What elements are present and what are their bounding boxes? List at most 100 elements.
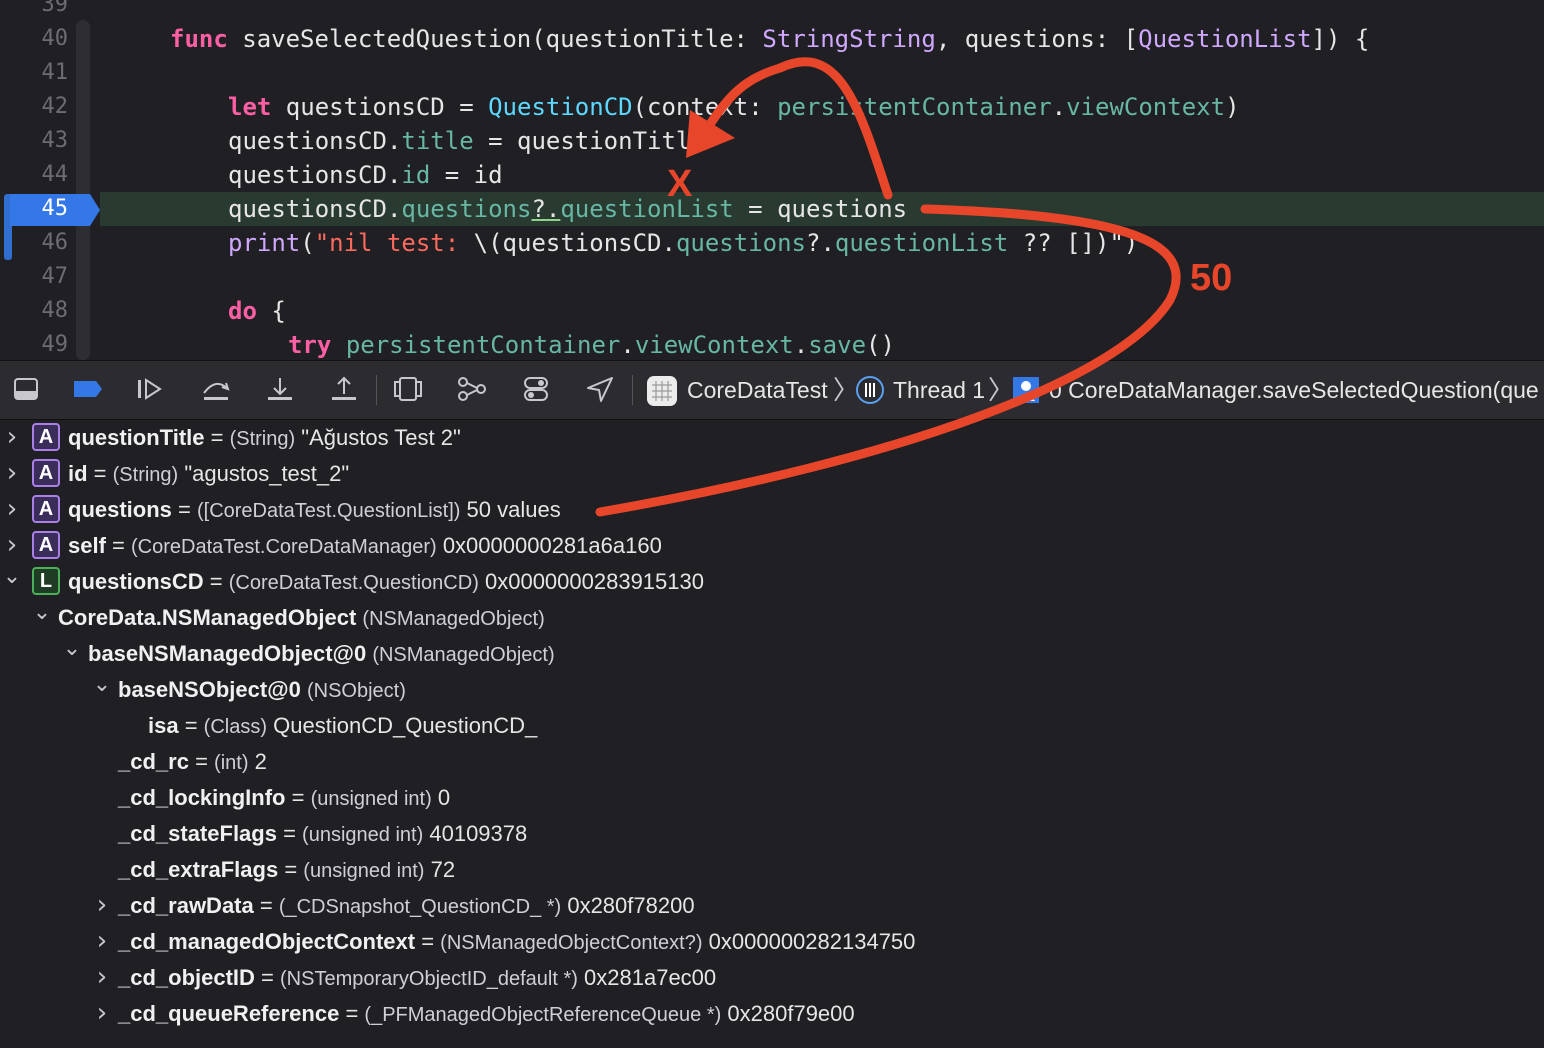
variable-type: ([CoreDataTest.QuestionList]) <box>196 500 461 522</box>
variable-type: (unsigned int) <box>310 788 432 810</box>
variable-value: 0x000000282134750 <box>708 929 916 954</box>
variable-name: questionsCD <box>68 569 204 594</box>
variable-type: (NSTemporaryObjectID_default *) <box>280 968 578 990</box>
variable-value: 0x281a7ec00 <box>584 965 717 990</box>
variable-value: 0x0000000283915130 <box>484 569 704 594</box>
variable-type: (NSManagedObject) <box>362 608 545 630</box>
variable-row[interactable]: _cd_extraFlags = (unsigned int) 72 <box>118 852 455 888</box>
code-line-40: func saveSelectedQuestion(questionTitle:… <box>170 25 1370 53</box>
step-out-icon[interactable] <box>328 375 360 405</box>
variable-value: 72 <box>430 857 456 882</box>
variable-row[interactable]: _cd_queueReference = (_PFManagedObjectRe… <box>118 996 855 1032</box>
step-over-icon[interactable] <box>200 375 232 405</box>
variable-row[interactable]: isa = (Class) QuestionCD_QuestionCD_ <box>148 708 537 744</box>
variable-row[interactable]: _cd_lockingInfo = (unsigned int) 0 <box>118 780 450 816</box>
variable-separator: = <box>339 1001 365 1026</box>
variable-separator: = <box>188 749 215 774</box>
variable-value: 40109378 <box>429 821 528 846</box>
variable-type: (String) <box>229 428 296 450</box>
local-variable-badge: L <box>32 567 60 596</box>
variable-type: (unsigned int) <box>302 824 424 846</box>
variable-separator: = <box>178 713 204 738</box>
variable-value: 0x0000000281a6a160 <box>442 533 662 558</box>
continue-icon[interactable] <box>134 375 166 405</box>
breadcrumb-frame[interactable]: 0 CoreDataManager.saveSelectedQuestion(q… <box>1049 375 1539 405</box>
source-editor[interactable]: 39 40 41 42 43 44 45 46 47 48 49 func sa… <box>0 0 1544 360</box>
variable-type: (NSManagedObjectContext?) <box>440 932 703 954</box>
disclosure-closed-icon[interactable]: › <box>2 420 22 456</box>
line-number: 40 <box>41 26 69 51</box>
variable-separator: = <box>254 965 281 990</box>
step-into-icon[interactable] <box>264 375 296 405</box>
disclosure-closed-icon[interactable]: › <box>2 456 22 492</box>
environment-overrides-icon[interactable] <box>520 375 552 405</box>
variable-row[interactable]: AquestionTitle = (String) "Ağustos Test … <box>32 420 461 456</box>
simulate-location-icon[interactable] <box>584 375 616 405</box>
disclosure-closed-icon[interactable]: › <box>92 924 112 960</box>
line-number: 49 <box>41 332 69 357</box>
disclosure-closed-icon[interactable]: › <box>92 996 112 1032</box>
variable-name: _cd_rawData <box>118 893 254 918</box>
variable-row[interactable]: _cd_managedObjectContext = (NSManagedObj… <box>118 924 915 960</box>
variable-row[interactable]: CoreData.NSManagedObject (NSManagedObjec… <box>58 600 545 636</box>
variable-row[interactable]: baseNSObject@0 (NSObject) <box>118 672 406 708</box>
line-number: 41 <box>41 60 69 85</box>
debug-view-hierarchy-icon[interactable] <box>392 375 424 405</box>
variable-type: (unsigned int) <box>303 860 425 882</box>
disclosure-open-icon[interactable]: ⌄ <box>32 600 52 636</box>
debug-toolbar: CoreDataTest 〉 Thread 1 〉 0 CoreDataMana… <box>0 360 1544 420</box>
variable-separator: = <box>278 857 304 882</box>
variable-type: (NSManagedObject) <box>372 644 555 666</box>
variable-type: (NSObject) <box>306 680 406 702</box>
variable-row[interactable]: _cd_objectID = (NSTemporaryObjectID_defa… <box>118 960 716 996</box>
variable-row[interactable]: Aquestions = ([CoreDataTest.QuestionList… <box>32 492 561 528</box>
variable-type: (String) <box>112 464 179 486</box>
variable-separator: = <box>253 893 279 918</box>
line-number: 46 <box>41 230 69 255</box>
line-number: 42 <box>41 94 69 119</box>
breadcrumb-thread[interactable]: Thread 1 <box>893 375 985 405</box>
variable-row[interactable]: Aself = (CoreDataTest.CoreDataManager) 0… <box>32 528 662 564</box>
argument-badge: A <box>32 459 60 488</box>
breadcrumb-app[interactable]: CoreDataTest <box>687 375 828 405</box>
variables-view[interactable]: › AquestionTitle = (String) "Ağustos Test… <box>0 420 1544 1048</box>
argument-badge: A <box>32 423 60 452</box>
variable-row[interactable]: Aid = (String) "agustos_test_2" <box>32 456 349 492</box>
disclosure-open-icon[interactable]: ⌄ <box>62 636 82 672</box>
editor-scroll-indicator[interactable] <box>76 20 90 360</box>
code-line-48: do { <box>228 297 286 325</box>
disclosure-open-icon[interactable]: ⌄ <box>2 564 22 600</box>
line-number: 47 <box>41 264 69 289</box>
variable-type: (Class) <box>203 716 268 738</box>
variable-name: self <box>68 533 106 558</box>
argument-badge: A <box>32 495 60 524</box>
variable-row[interactable]: LquestionsCD = (CoreDataTest.QuestionCD)… <box>32 564 704 600</box>
variable-separator: = <box>276 821 303 846</box>
variable-row[interactable]: _cd_rawData = (_CDSnapshot_QuestionCD_ *… <box>118 888 695 924</box>
variable-name: _cd_lockingInfo <box>118 785 286 810</box>
disclosure-closed-icon[interactable]: › <box>92 960 112 996</box>
variable-separator: = <box>204 425 230 450</box>
code-line-43: questionsCD.title = questionTitle <box>228 127 705 155</box>
breakpoint-toggle-icon[interactable] <box>72 375 104 405</box>
disclosure-closed-icon[interactable]: › <box>2 528 22 564</box>
memory-graph-icon[interactable] <box>456 375 488 405</box>
variable-name: baseNSObject@0 <box>118 677 301 702</box>
variable-name: _cd_queueReference <box>118 1001 340 1026</box>
code-line-42: let questionsCD = QuestionCD(context: pe… <box>228 93 1240 121</box>
variable-row[interactable]: _cd_stateFlags = (unsigned int) 40109378 <box>118 816 527 852</box>
disclosure-open-icon[interactable]: ⌄ <box>92 672 112 708</box>
stack-frame-icon <box>1010 375 1042 405</box>
thread-icon <box>854 375 886 405</box>
variable-row[interactable]: baseNSManagedObject@0 (NSManagedObject) <box>88 636 555 672</box>
toolbar-divider <box>376 375 377 405</box>
disclosure-closed-icon[interactable]: › <box>92 888 112 924</box>
variable-row[interactable]: _cd_rc = (int) 2 <box>118 744 267 780</box>
line-number: 43 <box>41 128 69 153</box>
code-line-46: print("nil test: \(questionsCD.questions… <box>228 229 1139 257</box>
variable-value: "Ağustos Test 2" <box>301 425 461 450</box>
variable-type: (CoreDataTest.QuestionCD) <box>228 572 479 594</box>
disclosure-closed-icon[interactable]: › <box>2 492 22 528</box>
variable-name: isa <box>148 713 179 738</box>
hide-debug-area-icon[interactable] <box>10 375 42 405</box>
